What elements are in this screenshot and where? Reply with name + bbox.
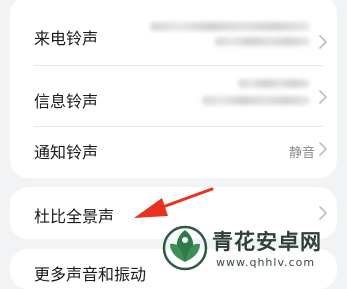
- incoming-call-ringtone-label: 来电铃声: [34, 29, 99, 48]
- chevron-right-icon: [319, 35, 327, 49]
- ringtone-settings-card: 来电铃声 信息铃声 通知铃声 静音: [10, 0, 337, 178]
- watermark-title: 青花安卓网: [212, 230, 322, 254]
- blurred-value: [215, 37, 310, 46]
- message-ringtone-label: 信息铃声: [34, 92, 99, 111]
- message-ringtone-row[interactable]: 信息铃声: [10, 66, 337, 126]
- notification-ringtone-label: 通知铃声: [34, 143, 99, 162]
- watermark: 青花安卓网 www.qhhlv.com: [160, 222, 347, 274]
- more-sounds-label: 更多声音和振动: [34, 265, 147, 284]
- incoming-call-ringtone-row[interactable]: 来电铃声: [10, 0, 337, 59]
- blurred-value: [150, 22, 310, 31]
- watermark-logo-icon: [162, 225, 208, 271]
- chevron-right-icon: [319, 206, 327, 220]
- dolby-atmos-label: 杜比全景声: [34, 207, 115, 226]
- chevron-right-icon: [319, 90, 327, 104]
- blurred-value: [202, 96, 310, 105]
- notification-ringtone-value: 静音: [288, 146, 315, 161]
- watermark-url: www.qhhlv.com: [216, 256, 316, 269]
- blurred-value: [238, 79, 310, 88]
- chevron-right-icon: [319, 142, 327, 156]
- notification-ringtone-row[interactable]: 通知铃声 静音: [10, 127, 337, 178]
